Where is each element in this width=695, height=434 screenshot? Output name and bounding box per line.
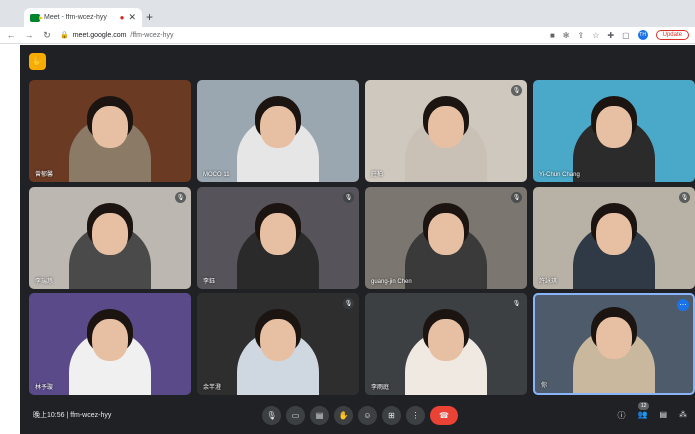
participant-name: 李瑞慈 — [35, 279, 54, 285]
participant-tile[interactable]: 莊柏 🎙 — [365, 80, 527, 182]
participant-tile[interactable]: 李雨庭 🎙 — [365, 293, 527, 395]
participant-face — [260, 213, 296, 255]
mic-muted-icon: 🎙 — [511, 298, 522, 309]
meet-window: ✋ 曾郁馨 MOCO 11 莊柏 🎙 Yi-Chun Chang 李瑞慈 🎙 李鈺 🎙 guang… — [20, 45, 695, 434]
end-call-icon: ☎ — [439, 411, 449, 420]
activities-icon[interactable]: ⁂ — [679, 410, 687, 421]
call-controls: 🎙 ▭ ▤ ✋ ☺ ⊞ ⋮ ☎ — [262, 406, 458, 425]
browser-toolbar: ← → ↻ 🔒 meet.google.com/ffm-wcez-hyy ■ ✻… — [0, 27, 695, 44]
meeting-bottom-bar: 晚上10:56 | ffm-wcez-hyy 🎙 ▭ ▤ ✋ ☺ ⊞ ⋮ ☎ ⓘ… — [20, 400, 695, 434]
url-path: /ffm-wcez-hyy — [130, 31, 174, 39]
meeting-time: 晚上10:56 — [33, 412, 65, 419]
mic-muted-icon: 🎙 — [175, 192, 186, 203]
participant-face — [428, 319, 464, 361]
participant-tile[interactable]: guang-jin Chen 🎙 — [365, 187, 527, 289]
address-bar[interactable]: 🔒 meet.google.com/ffm-wcez-hyy — [60, 31, 542, 40]
participant-face — [596, 213, 632, 255]
meet-favicon-icon — [30, 13, 43, 22]
participant-face — [260, 106, 296, 148]
meeting-time-and-code: 晚上10:56 | ffm-wcez-hyy — [33, 410, 111, 420]
tab-strip: Meet - ffm-wcez-hyy ● ✕ + — [0, 0, 695, 27]
end-call-button[interactable]: ☎ — [430, 406, 458, 425]
tile-more-options-icon[interactable]: ⋯ — [677, 299, 689, 311]
participant-tile[interactable]: 李鈺 🎙 — [197, 187, 359, 289]
raise-hand-icon: ✋ — [338, 411, 349, 420]
participant-face — [92, 319, 128, 361]
more-options-icon: ⋮ — [411, 411, 420, 420]
emoji-icon: ☺ — [363, 411, 372, 420]
camera-button[interactable]: ▭ — [286, 406, 305, 425]
mic-button[interactable]: 🎙 — [262, 406, 281, 425]
mic-muted-icon: 🎙 — [511, 192, 522, 203]
present-icon: ⊞ — [388, 411, 395, 420]
extensions-puzzle-icon[interactable]: ✚ — [607, 31, 614, 40]
toolbar-extensions: ■ ✻ ⇪ ☆ ✚ ▢ TH Update — [550, 30, 689, 40]
side-panel-controls: ⓘ 👥 12 ▤ ⁂ — [617, 402, 687, 421]
tab-meet[interactable]: Meet - ffm-wcez-hyy ● ✕ — [24, 8, 142, 27]
profile-avatar[interactable]: TH — [637, 30, 648, 40]
mic-muted-icon: 🎙 — [679, 192, 690, 203]
participant-name: Yi-Chun Chang — [539, 172, 580, 178]
close-tab-icon[interactable]: ✕ — [128, 12, 136, 23]
raised-hands-badge-icon[interactable]: ✋ — [29, 53, 46, 70]
tab-title: Meet - ffm-wcez-hyy — [44, 14, 107, 21]
mic-icon: 🎙 — [266, 411, 277, 420]
participant-name: 李鈺 — [203, 279, 216, 285]
emoji-button[interactable]: ☺ — [358, 406, 377, 425]
chat-icon[interactable]: ▤ — [659, 410, 667, 421]
participant-face — [92, 213, 128, 255]
participant-name: 你 — [541, 383, 548, 389]
participant-face — [92, 106, 128, 148]
sidepanel-icon[interactable]: ▢ — [622, 31, 630, 40]
info-icon[interactable]: ⓘ — [617, 410, 625, 421]
key-icon[interactable]: ✻ — [563, 31, 570, 40]
participant-tile[interactable]: 林予璇 — [29, 293, 191, 395]
back-icon[interactable]: ← — [6, 30, 16, 40]
bookmark-star-icon[interactable]: ☆ — [592, 31, 599, 40]
share-icon[interactable]: ⇪ — [578, 31, 585, 40]
mic-muted-icon: 🎙 — [343, 192, 354, 203]
present-button[interactable]: ⊞ — [382, 406, 401, 425]
mic-muted-icon: 🎙 — [343, 298, 354, 309]
participant-name: 余芊澄 — [203, 385, 222, 391]
reload-icon[interactable]: ↻ — [42, 30, 52, 41]
participant-face — [596, 106, 632, 148]
participant-tile[interactable]: 許詠琪 🎙 — [533, 187, 695, 289]
participant-face — [260, 319, 296, 361]
participant-name: 曾郁馨 — [35, 172, 54, 178]
participant-tile[interactable]: MOCO 11 — [197, 80, 359, 182]
participant-name: 林予璇 — [35, 385, 54, 391]
update-button[interactable]: Update — [655, 30, 689, 40]
participant-tile[interactable]: 曾郁馨 — [29, 80, 191, 182]
participant-name: guang-jin Chen — [371, 279, 412, 285]
url-host: meet.google.com — [72, 31, 127, 39]
forward-icon[interactable]: → — [24, 30, 34, 40]
participant-face — [428, 213, 464, 255]
people-icon[interactable]: 👥 12 — [637, 402, 650, 421]
camera-indicator-icon[interactable]: ■ — [550, 31, 555, 40]
lock-icon: 🔒 — [60, 32, 69, 39]
camera-icon: ▭ — [291, 411, 300, 420]
mic-muted-icon: 🎙 — [511, 85, 522, 96]
record-icon: ● — [119, 13, 125, 22]
raise-hand-button[interactable]: ✋ — [334, 406, 353, 425]
participant-count: 12 — [637, 402, 650, 410]
participant-name: 莊柏 — [371, 172, 384, 178]
participant-tile[interactable]: 你 ⋯ — [533, 293, 695, 395]
participant-name: MOCO 11 — [203, 172, 230, 178]
participant-name: 許詠琪 — [539, 279, 558, 285]
more-options-button[interactable]: ⋮ — [406, 406, 425, 425]
participant-face — [428, 106, 464, 148]
captions-button[interactable]: ▤ — [310, 406, 329, 425]
participant-face — [596, 317, 632, 359]
participant-name: 李雨庭 — [371, 385, 390, 391]
participant-tile[interactable]: 李瑞慈 🎙 — [29, 187, 191, 289]
participant-tile[interactable]: Yi-Chun Chang — [533, 80, 695, 182]
meeting-code: ffm-wcez-hyy — [70, 412, 112, 419]
captions-icon: ▤ — [315, 411, 324, 420]
new-tab-button[interactable]: + — [146, 10, 153, 24]
participant-tile[interactable]: 余芊澄 🎙 — [197, 293, 359, 395]
